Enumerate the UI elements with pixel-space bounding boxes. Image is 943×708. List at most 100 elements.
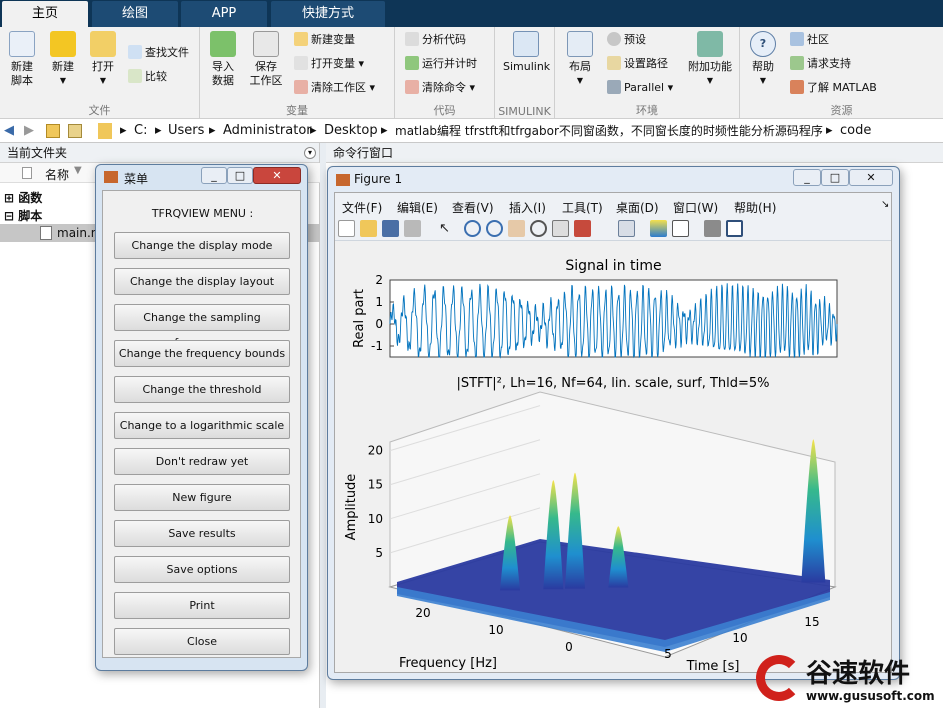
breadcrumb-project[interactable]: matlab编程 tfrstft和tfrgabor不同窗函数，不同窗长度的时频性… — [395, 119, 823, 143]
zoom-in-icon[interactable] — [464, 220, 481, 237]
community-button[interactable]: 社区 — [790, 31, 829, 49]
menu-edit[interactable]: 编辑(E) — [397, 199, 438, 216]
import-data-button[interactable]: 导入 数据 — [206, 31, 240, 88]
change-sampling-frequency-button[interactable]: Change the sampling frequency — [114, 304, 290, 349]
close-window-button[interactable]: ✕ — [253, 167, 301, 184]
clear-workspace-button[interactable]: 清除工作区 ▾ — [294, 79, 375, 97]
menu-file[interactable]: 文件(F) — [342, 199, 382, 216]
breadcrumb-administrator[interactable]: Administrator — [223, 119, 312, 143]
surf-ylabel: Frequency [Hz] — [399, 656, 497, 671]
tree-row-scripts[interactable]: ⊟ 脚本 — [4, 207, 42, 224]
new-variable-button[interactable]: 新建变量 — [294, 31, 355, 49]
learn-matlab-button[interactable]: 了解 MATLAB — [790, 79, 877, 97]
preferences-button[interactable]: 预设 — [607, 31, 646, 49]
save-results-button[interactable]: Save results — [114, 520, 290, 547]
new-script-icon — [9, 31, 35, 57]
parallel-button[interactable]: Parallel ▾ — [607, 79, 673, 97]
zoom-out-icon[interactable] — [486, 220, 503, 237]
tab-plots[interactable]: 绘图 — [92, 1, 178, 27]
time-tick-label: 15 — [804, 615, 819, 629]
breadcrumb-sep: ▸ — [209, 123, 216, 138]
menu-heading: TFRQVIEW MENU : — [151, 207, 254, 220]
pan-icon[interactable] — [508, 220, 525, 237]
dont-redraw-button[interactable]: Don't redraw yet — [114, 448, 290, 475]
new-variable-icon — [294, 32, 308, 46]
show-plot-tools-icon[interactable] — [726, 220, 743, 237]
close-button[interactable]: Close — [114, 628, 290, 655]
name-column-header[interactable]: 名称 — [45, 166, 69, 183]
colorbar-icon[interactable] — [650, 220, 667, 237]
logarithmic-scale-button[interactable]: Change to a logarithmic scale — [114, 412, 290, 439]
import-icon — [210, 31, 236, 57]
save-icon[interactable] — [382, 220, 399, 237]
tree-row-functions[interactable]: ⊞ 函数 — [4, 189, 42, 206]
pane-options-icon[interactable]: ▾ — [304, 147, 316, 159]
change-frequency-bounds-button[interactable]: Change the frequency bounds — [114, 340, 290, 367]
clear-commands-button[interactable]: 清除命令 ▾ — [405, 79, 475, 97]
help-icon: ? — [750, 31, 776, 57]
addons-button[interactable]: 附加功能 ▼ — [685, 31, 735, 88]
set-path-button[interactable]: 设置路径 — [607, 55, 668, 73]
menu-desktop[interactable]: 桌面(D) — [616, 199, 659, 216]
data-cursor-icon[interactable] — [552, 220, 569, 237]
maximize-button[interactable]: □ — [821, 169, 849, 186]
compare-button[interactable]: 比较 — [128, 68, 167, 86]
open-file-icon[interactable] — [360, 220, 377, 237]
rotate-icon[interactable] — [530, 220, 547, 237]
link-icon[interactable] — [618, 220, 635, 237]
breadcrumb-desktop[interactable]: Desktop — [324, 119, 378, 143]
menu-insert[interactable]: 插入(I) — [509, 199, 546, 216]
tab-home[interactable]: 主页 — [2, 1, 88, 27]
menu-help[interactable]: 帮助(H) — [734, 199, 776, 216]
back-arrow-icon[interactable]: ◀ — [4, 119, 14, 143]
figure-canvas[interactable]: Signal in time210-1Real part|STFT|², Lh=… — [335, 242, 891, 672]
address-bar[interactable]: ◀ ▶ ▸ C: ▸ Users ▸ Administrator ▸ Deskt… — [0, 119, 943, 143]
open-variable-button[interactable]: 打开变量 ▾ — [294, 55, 364, 73]
hide-plot-tools-icon[interactable] — [704, 220, 721, 237]
open-button[interactable]: 打开 ▼ — [85, 31, 121, 88]
set-path-icon — [607, 56, 621, 70]
print-icon[interactable] — [404, 220, 421, 237]
analyze-code-icon — [405, 32, 419, 46]
menu-tools[interactable]: 工具(T) — [562, 199, 603, 216]
request-support-button[interactable]: 请求支持 — [790, 55, 851, 73]
new-script-button[interactable]: 新建 脚本 — [4, 31, 40, 88]
save-options-button[interactable]: Save options — [114, 556, 290, 583]
find-files-button[interactable]: 查找文件 — [128, 44, 189, 62]
forward-arrow-icon[interactable]: ▶ — [24, 119, 34, 143]
up-folder-icon[interactable] — [46, 124, 60, 138]
change-display-mode-button[interactable]: Change the display mode — [114, 232, 290, 259]
tab-apps[interactable]: APP — [181, 1, 267, 27]
legend-icon[interactable] — [672, 220, 689, 237]
minimize-button[interactable]: _ — [201, 167, 227, 184]
maximize-button[interactable]: □ — [227, 167, 253, 184]
logo-brand: 谷速软件 — [806, 659, 911, 689]
run-and-time-button[interactable]: 运行并计时 — [405, 55, 477, 73]
breadcrumb-code[interactable]: code — [840, 119, 871, 143]
dock-arrow-icon[interactable]: ↘ — [881, 199, 889, 210]
tab-shortcuts[interactable]: 快捷方式 — [271, 1, 385, 27]
breadcrumb-users[interactable]: Users — [168, 119, 204, 143]
change-display-layout-button[interactable]: Change the display layout — [114, 268, 290, 295]
brush-icon[interactable] — [574, 220, 591, 237]
new-button[interactable]: 新建 ▼ — [45, 31, 81, 88]
pointer-icon[interactable]: ↖ — [436, 220, 453, 237]
new-figure-button[interactable]: New figure — [114, 484, 290, 511]
print-button[interactable]: Print — [114, 592, 290, 619]
save-workspace-button[interactable]: 保存 工作区 — [246, 31, 286, 88]
simulink-button[interactable]: Simulink — [503, 31, 550, 74]
new-figure-icon[interactable] — [338, 220, 355, 237]
minimize-button[interactable]: _ — [793, 169, 821, 186]
change-threshold-button[interactable]: Change the threshold — [114, 376, 290, 403]
surf-zlabel: Amplitude — [344, 474, 359, 541]
menu-view[interactable]: 查看(V) — [452, 199, 494, 216]
help-button[interactable]: ? 帮助 ▼ — [746, 31, 780, 88]
breadcrumb-drive[interactable]: C: — [134, 119, 147, 143]
layout-button[interactable]: 布局 ▼ — [563, 31, 597, 88]
sort-icon[interactable]: ▼ — [74, 165, 82, 176]
analyze-code-button[interactable]: 分析代码 — [405, 31, 466, 49]
close-window-button[interactable]: ✕ — [849, 169, 893, 186]
menu-window[interactable]: 窗口(W) — [673, 199, 718, 216]
learn-matlab-icon — [790, 80, 804, 94]
browse-folder-icon[interactable] — [68, 124, 82, 138]
